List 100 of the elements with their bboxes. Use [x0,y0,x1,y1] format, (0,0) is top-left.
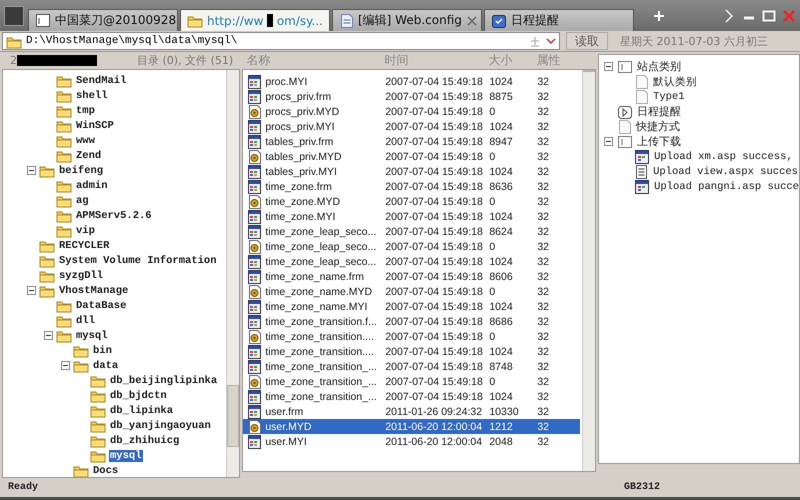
file-row[interactable]: procs_priv.MYD 2007-07-04 15:49:18 0 32 [243,104,580,119]
tab[interactable]: 中国菜刀@20100928 [28,9,178,31]
read-button[interactable]: 读取 [566,32,608,50]
file-row[interactable]: time_zone.MYI 2007-07-04 15:49:18 1024 32 [243,209,580,224]
folder-item[interactable]: db_bjdctn [109,390,168,402]
close-icon[interactable] [466,14,478,26]
folder-item[interactable]: WinSCP [75,120,115,132]
tree-item[interactable]: 默认类别 [653,74,698,88]
file-name: tables_priv.MYI [265,166,337,178]
folder-item[interactable]: db_zhihuicg [109,434,180,446]
folder-item[interactable]: APMServ5.2.6 [75,210,153,222]
tree-item[interactable]: 日程提醒 [637,104,682,119]
maximize-icon[interactable] [762,8,776,22]
folder-item[interactable]: VhostManage [58,284,130,296]
file-row[interactable]: time_zone_leap_seco... 2007-07-04 15:49:18 8624 32 [243,224,580,239]
tree-item[interactable]: Type1 [653,90,685,102]
file-row[interactable]: time_zone_transition.... 2007-07-04 15:49:18 1024 32 [243,344,580,359]
file-row[interactable]: time_zone_transition.f... 2007-07-04 15:49:18 8686 32 [243,314,580,329]
file-size: 1024 [489,76,514,88]
file-time: 2007-07-04 15:49:18 [385,180,484,192]
folder-item[interactable]: mysql [75,330,109,342]
file-row[interactable]: proc.MYI 2007-07-04 15:49:18 1024 32 [243,74,580,89]
folder-item[interactable]: DataBase [75,300,128,312]
folder-item[interactable]: System Volume Information [58,254,218,266]
table-file-icon [247,298,262,314]
file-row[interactable]: user.MYD 2011-06-20 12:00:04 1212 32 [243,419,580,434]
new-tab-icon[interactable] [652,8,666,22]
scrollbar[interactable] [226,70,240,477]
folder-item[interactable]: SendMail [75,74,128,86]
tab[interactable]: 日程提醒 [484,9,634,31]
file-attribute: 32 [537,106,550,118]
file-time: 2007-07-04 15:49:18 [385,196,484,208]
file-row[interactable]: time_zone_name.MYD 2007-07-04 15:49:18 0 32 [243,284,580,299]
file-attribute: 32 [537,210,550,222]
scrollbar[interactable] [582,70,596,471]
folder-item[interactable]: syzgDll [58,270,104,282]
file-time: 2007-07-04 15:49:18 [385,330,484,342]
file-name: time_zone_transition.f... [265,316,377,328]
file-row[interactable]: user.MYI 2011-06-20 12:00:04 2048 32 [243,434,580,449]
folder-item[interactable]: RECYCLER [58,240,110,252]
file-row[interactable]: tables_priv.MYI 2007-07-04 15:49:18 1024 32 [243,164,580,179]
file-row[interactable]: tables_priv.frm 2007-07-04 15:49:18 8947 32 [243,134,580,149]
panel-toggle-icon[interactable] [4,6,24,26]
folder-item[interactable]: tmp [75,104,96,116]
folder-item[interactable]: beifeng [58,164,104,176]
collapse-icon[interactable] [604,62,614,71]
collapse-icon[interactable] [604,137,614,146]
file-row[interactable]: procs_priv.MYI 2007-07-04 15:49:18 1024 32 [243,119,580,134]
file-row[interactable]: user.frm 2011-01-26 09:24:32 10330 32 [243,404,580,419]
file-row[interactable]: procs_priv.frm 2007-07-04 15:49:18 8875 32 [243,89,580,104]
folder-item[interactable]: db_beijinglipinka [109,374,218,386]
tree-item[interactable]: Upload view.aspx succes [653,166,798,178]
file-row[interactable]: time_zone_name.MYI 2007-07-04 15:49:18 1024 32 [243,299,580,314]
file-attribute: 32 [537,180,550,192]
file-row[interactable]: time_zone_transition_... 2007-07-04 15:49:18 8748 32 [243,359,580,374]
folder-item[interactable]: ag [75,194,90,206]
folder-item[interactable]: shell [75,90,109,102]
collapse-icon[interactable] [44,331,53,340]
folder-item[interactable]: dll [75,314,96,326]
file-row[interactable]: time_zone_name.frm 2007-07-04 15:49:18 8606 32 [243,269,580,284]
file-time: 2007-07-04 15:49:18 [385,360,484,372]
file-row[interactable]: time_zone.frm 2007-07-04 15:49:18 8636 32 [243,179,580,194]
document-icon [634,164,650,180]
file-attribute: 32 [537,346,550,358]
folder-item[interactable]: bin [92,344,113,356]
tree-item[interactable]: 快捷方式 [636,119,680,134]
folder-item[interactable]: db_lipinka [109,404,174,416]
folder-item[interactable]: Docs [92,464,120,476]
file-size: 1024 [489,166,514,178]
tab[interactable]: [编辑] Web.config [332,9,482,31]
collapse-icon[interactable] [61,361,70,370]
file-row[interactable]: time_zone.MYD 2007-07-04 15:49:18 0 32 [243,194,580,209]
tree-item[interactable]: Upload xm.asp success, [654,150,793,162]
tree-item[interactable]: 上传下载 [637,134,682,149]
file-name: time_zone_name.MYI [265,300,368,312]
folder-item[interactable]: data [92,360,120,372]
file-row[interactable]: tables_priv.MYD 2007-07-04 15:49:18 0 32 [243,149,580,164]
tab[interactable]: http://ww om/sy... [180,9,330,31]
folder-item[interactable]: www [75,134,96,146]
tree-item[interactable]: 站点类别 [637,59,682,74]
file-size: 8947 [489,136,514,148]
path-field[interactable]: D:\VhostManage\mysql\data\mysql\ [2,32,560,50]
folder-item[interactable]: admin [75,180,109,192]
tree-item[interactable]: Upload pangni.asp succe [654,180,799,192]
folder-item[interactable]: vip [75,224,96,236]
file-row[interactable]: time_zone_transition_... 2007-07-04 15:49:18 0 32 [243,374,580,389]
file-size: 2048 [489,436,514,448]
caret-icon [546,36,556,46]
collapse-icon[interactable] [27,166,36,175]
folder-item[interactable]: mysql [109,450,143,462]
file-time: 2007-07-04 15:49:18 [385,226,484,238]
file-size: 0 [489,330,496,342]
file-attribute: 32 [537,256,550,268]
folder-item[interactable]: Zend [75,150,102,162]
file-row[interactable]: time_zone_leap_seco... 2007-07-04 15:49:18 1024 32 [243,254,580,269]
folder-item[interactable]: db_yanjingaoyuan [109,420,212,432]
collapse-icon[interactable] [27,286,36,295]
file-row[interactable]: time_zone_transition.... 2007-07-04 15:49:18 0 32 [243,329,580,344]
file-row[interactable]: time_zone_transition_... 2007-07-04 15:49:18 1024 32 [243,389,580,404]
file-row[interactable]: time_zone_leap_seco... 2007-07-04 15:49:18 0 32 [243,239,580,254]
